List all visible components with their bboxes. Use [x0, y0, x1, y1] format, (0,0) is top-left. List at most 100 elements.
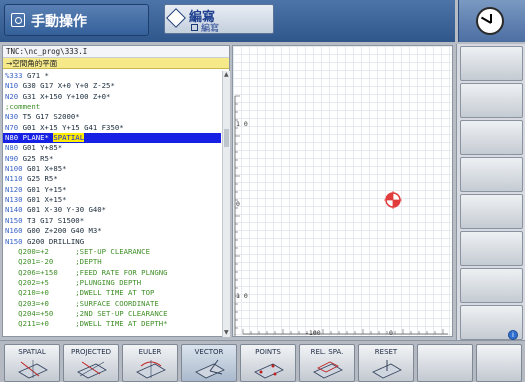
line-number: N100	[5, 164, 23, 174]
program-line[interactable]: Q210=+0 ;DWELL TIME AT TOP	[3, 288, 221, 298]
line-number: N150	[5, 215, 23, 225]
softkey-label: VECTOR	[194, 348, 224, 356]
line-text: G71 *	[22, 71, 49, 80]
program-line[interactable]: N90 G25 R5*	[3, 154, 221, 164]
softkey-bar: SPATIAL PROJECTED EULER VECTOR POINTS RE…	[0, 340, 525, 382]
axis-label-y-top: 1 0	[236, 120, 248, 128]
rel-spatial-plane-icon	[313, 361, 343, 379]
program-line[interactable]: Q202=+5 ;PLUNGING DEPTH	[3, 278, 221, 288]
line-text: G25 R5*	[22, 174, 58, 184]
softkey-points[interactable]: POINTS	[240, 344, 296, 382]
softkey-euler[interactable]: EULER	[122, 344, 178, 382]
scroll-thumb[interactable]	[224, 129, 229, 147]
softkey-projected[interactable]: PROJECTED	[63, 344, 119, 382]
program-line[interactable]: Q200=+2 ;SET-UP CLEARANCE	[3, 247, 221, 257]
tnc-window: 手動操作 編寫 編寫 TNC:\nc_prog\333.I →空間角的平面 %3…	[0, 0, 525, 382]
line-text: G01 X+85*	[22, 164, 67, 174]
program-scrollbar[interactable]: ▲ ▼	[222, 71, 230, 337]
program-line[interactable]: N30 T5 G17 S2000*	[3, 112, 221, 122]
line-text: G01 Y+15*	[22, 184, 67, 194]
vertical-softkey-5[interactable]	[460, 194, 523, 229]
program-line[interactable]: ;comment	[3, 102, 221, 112]
vertical-softkey-bar	[456, 44, 525, 340]
line-number: N70	[5, 122, 19, 132]
line-text: Q200=+2 ;SET-UP CLEARANCE	[5, 246, 150, 256]
mode-manual-operation[interactable]: 手動操作	[4, 4, 149, 36]
program-line[interactable]: N130 G01 X+15*	[3, 195, 221, 205]
softkey-reset[interactable]: RESET	[358, 344, 414, 382]
clock-widget[interactable]	[458, 0, 525, 42]
manual-mode-icon	[11, 13, 25, 27]
line-text: G30 G17 X+0 Y+0 Z-25*	[18, 81, 115, 91]
vector-plane-icon	[195, 359, 225, 379]
line-text: Q211=+0 ;DWELL TIME AT DEPTH*	[5, 319, 168, 329]
line-number: N30	[5, 112, 19, 122]
vertical-softkey-4[interactable]	[460, 157, 523, 192]
program-line[interactable]: N80 PLANE* SPATIAL	[3, 133, 221, 144]
line-text: G01 Y+85*	[18, 143, 63, 153]
info-icon[interactable]: i	[508, 330, 518, 340]
axis-label-x-left: -100	[305, 329, 321, 337]
clock-icon	[476, 7, 504, 35]
line-text: ;comment	[5, 102, 41, 112]
program-line[interactable]: N100 G01 X+85*	[3, 164, 221, 174]
program-line[interactable]: N70 G01 X+15 Y+15 G41 F350*	[3, 123, 221, 133]
program-line[interactable]: N10 G30 G17 X+0 Y+0 Z-25*	[3, 81, 221, 91]
edit-submode-icon	[191, 24, 198, 31]
vertical-softkey-2[interactable]	[460, 83, 523, 118]
line-text: G00 Z+200 G40 M3*	[22, 226, 102, 236]
program-line[interactable]: N80 G01 Y+85*	[3, 143, 221, 153]
line-number: %333	[5, 71, 23, 80]
program-line[interactable]: N120 G01 Y+15*	[3, 185, 221, 195]
softkey-vector[interactable]: VECTOR	[181, 344, 237, 382]
line-text: G01 X+15 Y+15 G41 F350*	[18, 122, 124, 132]
softkey-rel-spa[interactable]: REL. SPA.	[299, 344, 355, 382]
graphic-canvas	[234, 95, 448, 336]
mode-main-label: 手動操作	[31, 14, 87, 30]
program-line[interactable]: Q204=+50 ;2ND SET-UP CLEARANCE	[3, 309, 221, 319]
program-panel: TNC:\nc_prog\333.I →空間角的平面 %333 G71 * N10…	[2, 45, 230, 337]
scroll-up-icon[interactable]: ▲	[224, 72, 230, 78]
program-line[interactable]: Q201=-20 ;DEPTH	[3, 257, 221, 267]
softkey-label: SPATIAL	[18, 348, 46, 356]
program-line[interactable]: Q211=+0 ;DWELL TIME AT DEPTH*	[3, 319, 221, 329]
program-line[interactable]: Q203=+0 ;SURFACE COORDINATE	[3, 299, 221, 309]
program-line[interactable]: N140 G01 X-30 Y-30 G40*	[3, 205, 221, 215]
line-text: PLANE*	[18, 133, 54, 143]
program-line[interactable]: N20 G31 X+150 Y+100 Z+0*	[3, 92, 221, 102]
line-highlight: SPATIAL	[53, 133, 85, 143]
program-code[interactable]: %333 G71 * N10 G30 G17 X+0 Y+0 Z-25* N20 G…	[3, 71, 221, 337]
line-text: T3 G17 S1500*	[22, 215, 85, 225]
line-text: Q202=+5 ;PLUNGING DEPTH	[5, 277, 142, 287]
program-line[interactable]: N150 G200 DRILLING	[3, 237, 221, 247]
scroll-down-icon[interactable]: ▼	[224, 330, 230, 336]
reset-plane-icon	[372, 360, 402, 379]
softkey-label: REL. SPA.	[310, 348, 344, 356]
program-line[interactable]: N150 T3 G17 S1500*	[3, 216, 221, 226]
program-line[interactable]: N160 G00 Z+200 G40 M3*	[3, 226, 221, 236]
program-line[interactable]: Q206=+150 ;FEED RATE FOR PLNGNG	[3, 268, 221, 278]
line-number: N140	[5, 205, 23, 215]
mode-prog-sub-label: 編寫	[201, 24, 220, 34]
mode-programming[interactable]: 編寫 編寫	[164, 4, 274, 34]
softkey-empty[interactable]	[417, 344, 473, 382]
graphic-panel[interactable]: 1 0 0 1 0 -100 0	[232, 45, 453, 337]
vertical-softkey-3[interactable]	[460, 120, 523, 155]
line-text: G200 DRILLING	[22, 236, 85, 246]
program-line[interactable]: N110 G25 R5*	[3, 174, 221, 184]
line-text: Q204=+50 ;2ND SET-UP CLEARANCE	[5, 308, 168, 318]
line-text: T5 G17 S2000*	[18, 112, 80, 122]
vertical-softkey-7[interactable]	[460, 268, 523, 303]
line-number: N110	[5, 174, 23, 184]
softkey-empty-2[interactable]	[476, 344, 522, 382]
origin-marker-icon	[384, 191, 402, 209]
vertical-softkey-1[interactable]	[460, 46, 523, 81]
line-text: Q201=-20 ;DEPTH	[5, 257, 102, 267]
line-number: N80	[5, 143, 19, 153]
line-text: G31 X+150 Y+100 Z+0*	[18, 91, 111, 101]
line-text: Q210=+0 ;DWELL TIME AT TOP	[5, 288, 155, 298]
line-number: N10	[5, 81, 19, 91]
program-line[interactable]: %333 G71 *	[3, 71, 221, 81]
vertical-softkey-6[interactable]	[460, 231, 523, 266]
softkey-spatial[interactable]: SPATIAL	[4, 344, 60, 382]
